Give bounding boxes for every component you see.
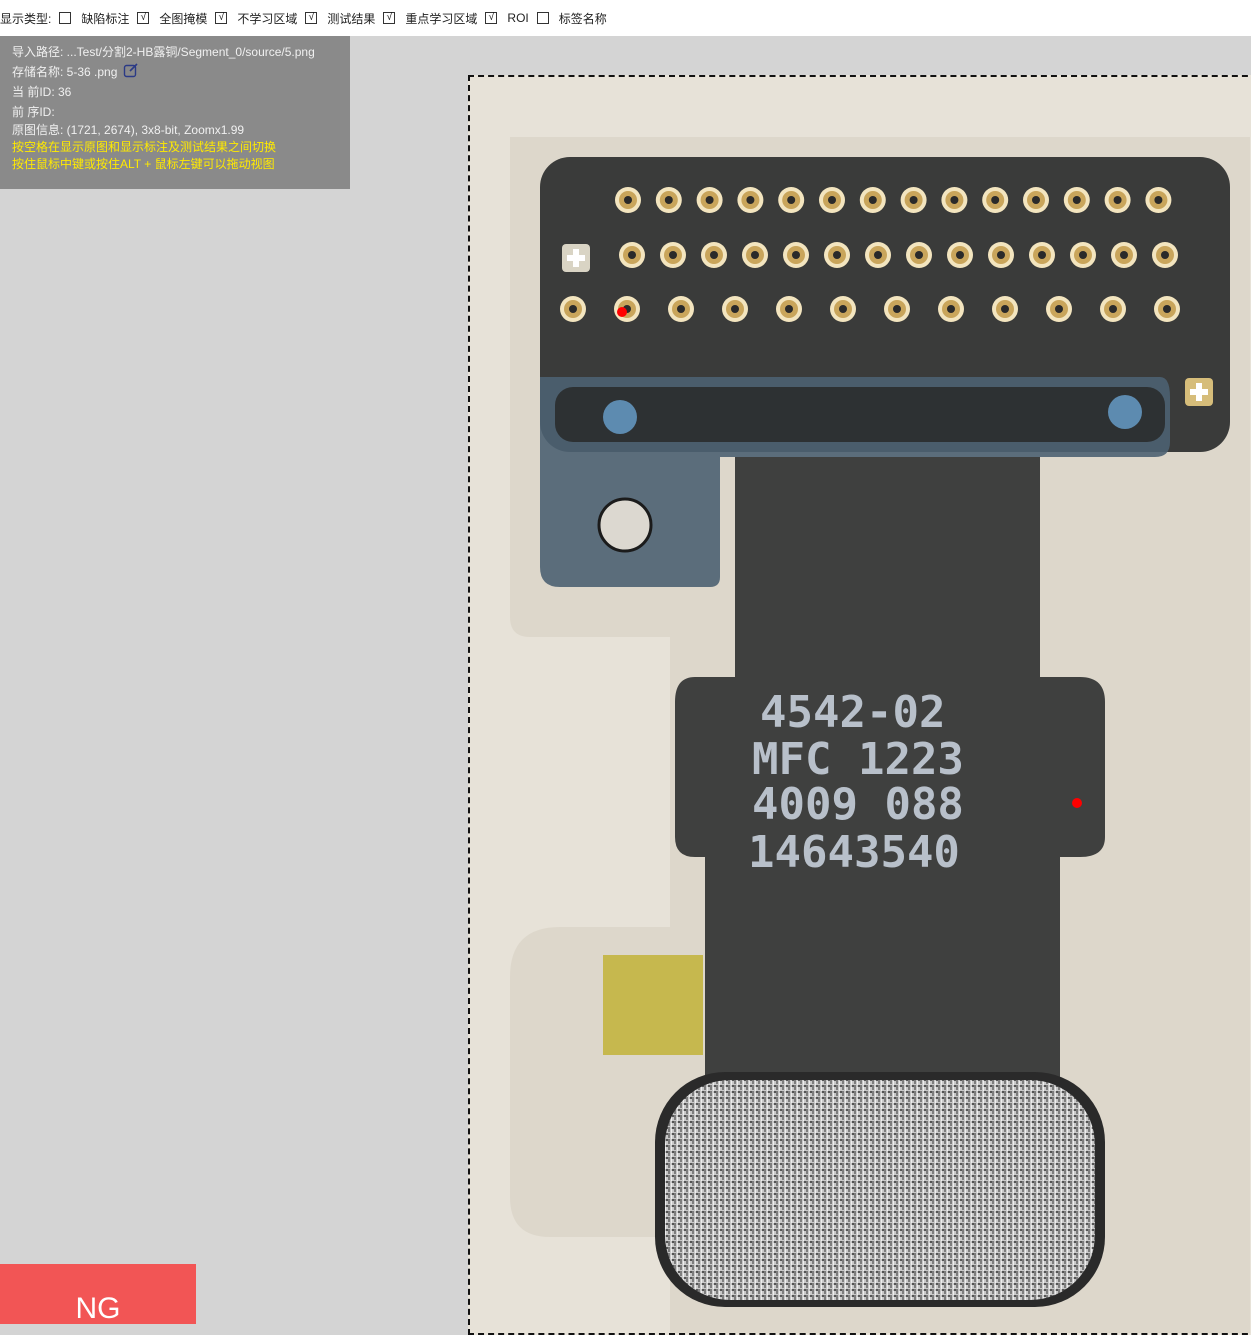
pad-hole [746,196,755,204]
pad-hole [1154,196,1163,204]
pad-hole [710,251,718,259]
defect-marker[interactable] [617,307,627,317]
stiffener-slot [555,387,1165,442]
hint-drag: 按住鼠标中键或按住ALT + 鼠标左键可以拖动视图 [12,157,275,171]
pad-hole [792,251,800,259]
image-viewport[interactable]: 4542-02 MFC 1223 4009 088 14643540 [468,75,1251,1335]
option-label: 缺陷标注 [81,11,130,26]
pad-hole [1161,251,1169,259]
pad-hole [950,196,959,204]
pad-hole [1032,196,1040,204]
pad-hole [909,196,918,204]
pad-hole [785,305,793,313]
checkbox-no-learn-region[interactable]: √ [215,12,228,24]
pad-hole [1163,305,1171,313]
pad-hole [828,196,836,204]
pad-hole [956,251,964,259]
pad-hole [731,305,739,313]
pad-hole [705,196,714,204]
defect-marker[interactable] [1072,798,1082,808]
pad-hole [893,305,901,313]
image-info: 原图信息: (1721, 2674), 3x8-bit, Zoomx1.99 [12,123,245,137]
edit-icon[interactable] [123,62,139,84]
display-type-label: 显示类型: [0,11,52,26]
locating-hole [1108,395,1142,429]
import-path: 导入路径: ...Test/分割2-HB露铜/Segment_0/source/… [12,45,315,59]
marking-line-1: 4542-02 [760,687,945,738]
option-label: 全图掩模 [159,11,208,26]
locating-hole [603,400,637,434]
pad-hole [991,196,1000,204]
pad-hole [628,251,636,259]
display-type-toolbar: 显示类型: 缺陷标注 √ 全图掩模 √ 不学习区域 √ 测试结果 √ 重点学习区… [0,0,1251,36]
pad-hole [1079,251,1087,259]
pad-hole [624,196,632,204]
checkbox-roi[interactable]: √ [485,12,498,24]
save-name: 存储名称: 5-36 .png [12,65,118,80]
ng-result-badge: NG [0,1264,196,1324]
adhesive-tape [603,955,703,1055]
checkbox-label-name[interactable] [536,12,549,24]
current-id: 当 前ID: 36 [12,85,72,99]
option-label: 重点学习区域 [405,11,478,26]
mounting-hole [597,497,653,553]
pad-hole [1072,196,1081,204]
pad-hole [947,305,955,313]
fiducial-plus-right [1185,378,1213,406]
pad-hole [1055,305,1063,313]
option-no-learn-region[interactable]: √ 不学习区域 [215,10,297,27]
pad-hole [1120,251,1128,259]
pad-hole [787,196,796,204]
pad-hole [874,251,882,259]
option-key-learn-region[interactable]: √ 重点学习区域 [383,10,477,27]
inspection-image: 4542-02 MFC 1223 4009 088 14643540 [470,77,1251,1333]
pad-hole [997,251,1005,259]
pad-hole [868,196,877,204]
checkbox-full-mask[interactable]: √ [137,12,150,24]
marking-line-3: 4009 088 [752,779,964,830]
option-label: ROI [507,11,529,25]
pad-hole [1109,305,1117,313]
pad-hole [751,251,759,259]
pad-hole [1113,196,1122,204]
previous-id: 前 序ID: [12,105,55,119]
pad-hole [677,305,685,313]
option-label: 测试结果 [327,11,376,26]
pad-hole [664,196,673,204]
option-test-result[interactable]: √ 测试结果 [305,10,375,27]
pad-hole [839,305,847,313]
option-label-name[interactable]: 标签名称 [536,10,607,27]
pad-hole [1038,251,1046,259]
marking-line-4: 14643540 [748,827,960,878]
image-info-panel: 导入路径: ...Test/分割2-HB露铜/Segment_0/source/… [0,36,350,189]
hint-toggle: 按空格在显示原图和显示标注及测试结果之间切换 [12,140,277,154]
pad-hole [569,305,577,313]
pad-hole [669,251,677,259]
part-markings: 4542-02 MFC 1223 4009 088 14643540 [748,687,964,878]
checkbox-key-learn-region[interactable]: √ [383,12,396,24]
option-label: 标签名称 [558,11,607,26]
checkbox-defect-annotation[interactable] [59,12,72,24]
option-roi[interactable]: √ ROI [485,11,529,25]
fiducial-plus-left [562,244,590,272]
checkbox-test-result[interactable]: √ [305,12,318,24]
metal-shield [665,1080,1095,1300]
option-full-mask[interactable]: √ 全图掩模 [137,10,207,27]
pad-hole [1001,305,1009,313]
save-name-row: 存储名称: 5-36 .png [12,62,350,82]
pad-hole [915,251,923,259]
marking-line-2: MFC 1223 [752,734,964,785]
pad-hole [833,251,841,259]
option-defect-annotation[interactable]: 缺陷标注 [59,10,129,27]
option-label: 不学习区域 [237,11,298,26]
